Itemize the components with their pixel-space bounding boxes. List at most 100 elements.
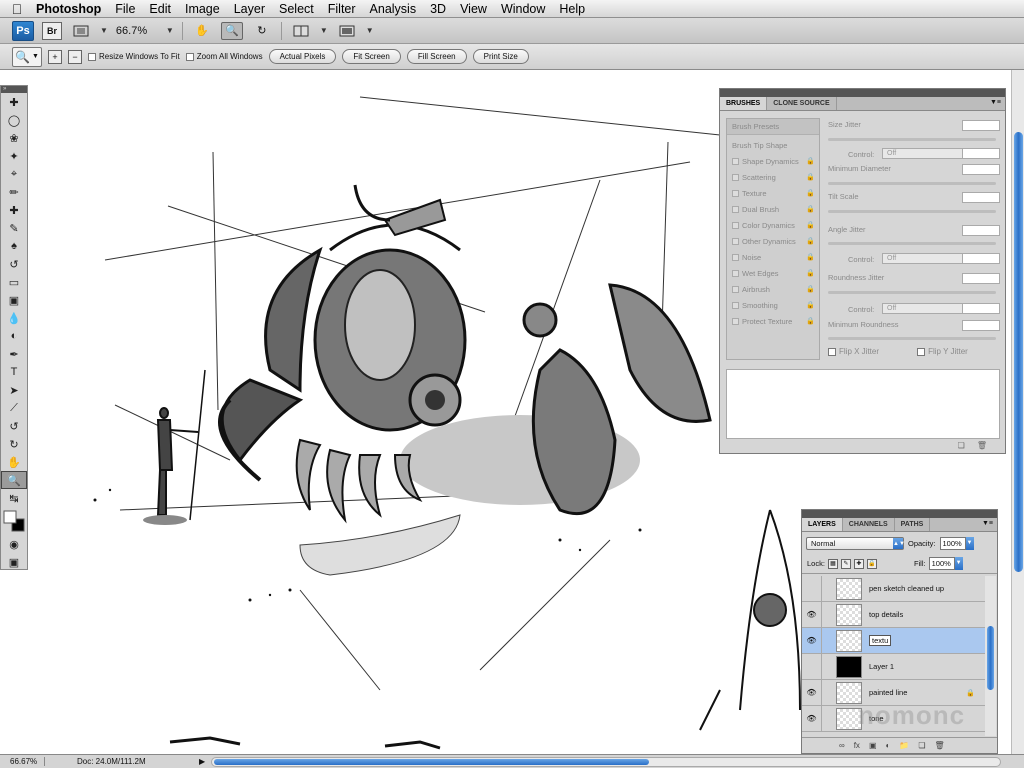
control-field[interactable] <box>962 303 1000 314</box>
scattering-item[interactable]: Scattering 🔒 <box>727 169 819 185</box>
checkbox[interactable] <box>732 157 739 165</box>
chevron-down-icon[interactable]: ▼ <box>100 26 108 35</box>
healing-brush-tool-icon[interactable]: ✚ <box>1 201 27 219</box>
lock-all-icon[interactable]: 🔒 <box>866 558 877 569</box>
protect-texture-item[interactable]: Protect Texture 🔒 <box>727 313 819 329</box>
checkbox[interactable] <box>732 285 739 293</box>
menu-help[interactable]: Help <box>552 0 592 18</box>
vertical-scrollbar[interactable] <box>1011 70 1024 754</box>
3d-rotate-tool-icon[interactable]: ↺ <box>1 417 27 435</box>
fill-screen-button[interactable]: Fill Screen <box>406 49 467 64</box>
bridge-button[interactable]: Br <box>42 21 62 40</box>
visibility-toggle[interactable] <box>802 653 822 680</box>
tab-channels[interactable]: CHANNELS <box>843 518 895 531</box>
quick-select-tool-icon[interactable]: ✦ <box>1 147 27 165</box>
layer-row[interactable]: pen sketch cleaned up <box>802 576 987 602</box>
control-field[interactable] <box>962 253 1000 264</box>
tilt-scale-slider[interactable] <box>828 210 996 213</box>
zoom-tool-button[interactable]: 🔍 <box>220 21 243 40</box>
eraser-tool-icon[interactable]: ▭ <box>1 273 27 291</box>
brush-presets-item[interactable]: Brush Presets <box>727 119 819 135</box>
clone-stamp-tool-icon[interactable]: ♠ <box>1 237 27 255</box>
panel-drag-strip[interactable] <box>802 510 997 518</box>
new-layer-icon[interactable]: ❏ <box>918 741 925 750</box>
trash-icon[interactable]: 🗑 <box>934 741 944 750</box>
size-jitter-field[interactable] <box>962 120 1000 131</box>
hand-tool-button[interactable]: ✋ <box>191 22 213 40</box>
color-dynamics-item[interactable]: Color Dynamics 🔒 <box>727 217 819 233</box>
layer-name-input[interactable]: textu <box>869 635 892 646</box>
menu-image[interactable]: Image <box>178 0 227 18</box>
layer-style-icon[interactable]: fx <box>854 741 860 750</box>
rotate-view-button[interactable]: ↻ <box>251 22 273 40</box>
layer-row[interactable]: 👁 top details <box>802 601 987 628</box>
eye-icon[interactable]: 👁 <box>802 601 822 628</box>
dual-brush-item[interactable]: Dual Brush 🔒 <box>727 201 819 217</box>
checkbox[interactable] <box>732 237 739 245</box>
chevron-down-icon[interactable]: ▼ <box>366 26 374 35</box>
roundness-jitter-slider[interactable] <box>828 291 996 294</box>
menu-view[interactable]: View <box>453 0 494 18</box>
blur-tool-icon[interactable]: 💧 <box>1 309 27 327</box>
control-field[interactable] <box>962 148 1000 159</box>
menu-layer[interactable]: Layer <box>227 0 272 18</box>
screen-mode-icon[interactable]: ▣ <box>1 553 27 571</box>
tab-layers[interactable]: LAYERS <box>802 518 843 531</box>
panel-menu-icon[interactable]: ▼≡ <box>982 520 993 527</box>
min-diameter-field[interactable] <box>962 164 1000 175</box>
layers-scrollbar[interactable] <box>985 576 996 736</box>
menu-photoshop[interactable]: Photoshop <box>34 0 108 18</box>
menu-filter[interactable]: Filter <box>321 0 363 18</box>
zoom-all-windows-checkbox[interactable]: Zoom All Windows <box>185 52 263 61</box>
adjustment-layer-icon[interactable]: ◐ <box>886 741 891 750</box>
lasso-tool-icon[interactable]: ❀ <box>1 129 27 147</box>
tab-brushes[interactable]: BRUSHES <box>720 97 768 110</box>
status-menu-arrow-icon[interactable]: ▶ <box>199 757 211 766</box>
menu-edit[interactable]: Edit <box>142 0 178 18</box>
color-swatches[interactable] <box>1 507 27 535</box>
type-tool-icon[interactable]: T <box>1 363 27 381</box>
history-brush-tool-icon[interactable]: ↺ <box>1 255 27 273</box>
menu-analysis[interactable]: Analysis <box>363 0 424 18</box>
quick-mask-icon[interactable]: ◉ <box>1 535 27 553</box>
scrollbar-thumb[interactable] <box>987 626 994 690</box>
view-extras-button[interactable] <box>70 22 92 40</box>
opacity-field[interactable]: 100% ▼ <box>939 536 974 550</box>
menu-window[interactable]: Window <box>494 0 552 18</box>
menu-file[interactable]: File <box>108 0 142 18</box>
other-dynamics-item[interactable]: Other Dynamics 🔒 <box>727 233 819 249</box>
checkbox[interactable] <box>732 317 739 325</box>
screen-mode-button[interactable] <box>336 22 358 40</box>
eye-icon[interactable]: 👁 <box>802 627 822 654</box>
chevron-down-icon[interactable]: ▼ <box>166 26 174 35</box>
flip-y-checkbox[interactable]: Flip Y Jitter <box>917 347 968 356</box>
chevron-down-icon[interactable]: ▼ <box>954 557 963 570</box>
angle-jitter-slider[interactable] <box>828 242 996 245</box>
zoom-out-button[interactable]: − <box>68 49 82 64</box>
checkbox-box[interactable] <box>828 347 836 356</box>
new-preset-icon[interactable]: ❏ <box>958 441 965 450</box>
zoom-level[interactable]: 66.7% <box>116 25 158 37</box>
link-layers-icon[interactable]: ∞ <box>839 741 845 750</box>
marquee-tool-icon[interactable]: ◯ <box>1 111 27 129</box>
horizontal-scrollbar[interactable] <box>211 756 1001 767</box>
scrollbar-thumb[interactable] <box>1014 132 1023 572</box>
checkbox[interactable] <box>732 205 739 213</box>
tab-clone-source[interactable]: CLONE SOURCE <box>767 97 837 110</box>
apple-icon[interactable]:  <box>0 0 34 18</box>
path-selection-tool-icon[interactable]: ➤ <box>1 381 27 399</box>
checkbox[interactable] <box>732 189 739 197</box>
layer-row[interactable]: Layer 1 <box>802 653 987 680</box>
roundness-jitter-field[interactable] <box>962 273 1000 284</box>
lock-transparent-icon[interactable]: ▦ <box>827 558 838 569</box>
checkbox[interactable] <box>732 269 739 277</box>
layer-row[interactable]: 👁 textu <box>802 627 987 654</box>
menu-3d[interactable]: 3D <box>423 0 453 18</box>
resize-windows-checkbox[interactable]: Resize Windows To Fit <box>88 52 180 61</box>
move-tool-icon[interactable]: ✚ <box>1 93 27 111</box>
fill-field[interactable]: 100% ▼ <box>928 557 963 570</box>
shape-dynamics-item[interactable]: Shape Dynamics 🔒 <box>727 153 819 169</box>
flip-x-checkbox[interactable]: Flip X Jitter <box>828 347 879 356</box>
status-zoom[interactable]: 66.67% <box>0 757 44 766</box>
checkbox[interactable] <box>732 173 739 181</box>
